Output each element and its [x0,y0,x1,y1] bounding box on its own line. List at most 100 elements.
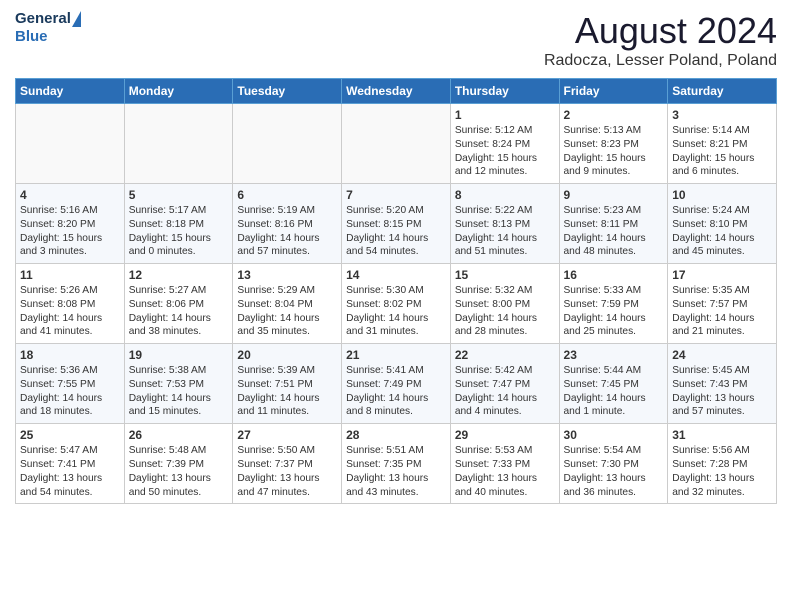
day-info-line: and 47 minutes. [237,486,337,500]
day-info-line: Sunrise: 5:42 AM [455,364,555,378]
day-info-line: Sunset: 7:41 PM [20,458,120,472]
day-info-line: Daylight: 14 hours [346,392,446,406]
day-header: Sunday [16,79,125,104]
day-info-line: Sunset: 7:43 PM [672,378,772,392]
day-info-line: Daylight: 15 hours [672,152,772,166]
day-info-line: Sunrise: 5:33 AM [564,284,664,298]
day-number: 9 [564,188,664,202]
day-number: 24 [672,348,772,362]
day-number: 31 [672,428,772,442]
day-info-line: Sunset: 7:33 PM [455,458,555,472]
calendar-subtitle: Radocza, Lesser Poland, Poland [544,52,777,70]
calendar-cell: 4Sunrise: 5:16 AMSunset: 8:20 PMDaylight… [16,184,125,264]
calendar-week-row: 4Sunrise: 5:16 AMSunset: 8:20 PMDaylight… [16,184,777,264]
calendar-cell [233,104,342,184]
day-info-line: Sunset: 8:04 PM [237,298,337,312]
day-info-line: Daylight: 13 hours [672,392,772,406]
day-info-line: Daylight: 13 hours [564,472,664,486]
day-info-line: Sunset: 7:37 PM [237,458,337,472]
day-number: 12 [129,268,229,282]
day-number: 20 [237,348,337,362]
day-info-line: Sunset: 7:30 PM [564,458,664,472]
calendar-cell: 18Sunrise: 5:36 AMSunset: 7:55 PMDayligh… [16,344,125,424]
day-number: 11 [20,268,120,282]
day-info-line: Sunset: 7:28 PM [672,458,772,472]
calendar-cell: 21Sunrise: 5:41 AMSunset: 7:49 PMDayligh… [342,344,451,424]
day-info-line: Sunrise: 5:17 AM [129,204,229,218]
day-info-line: Daylight: 14 hours [20,392,120,406]
day-info-line: Daylight: 14 hours [346,232,446,246]
day-info-line: Sunset: 8:13 PM [455,218,555,232]
day-header: Thursday [450,79,559,104]
day-info-line: Daylight: 14 hours [237,312,337,326]
day-header: Monday [124,79,233,104]
calendar-cell: 7Sunrise: 5:20 AMSunset: 8:15 PMDaylight… [342,184,451,264]
calendar-week-row: 1Sunrise: 5:12 AMSunset: 8:24 PMDaylight… [16,104,777,184]
calendar-cell: 9Sunrise: 5:23 AMSunset: 8:11 PMDaylight… [559,184,668,264]
day-info-line: Sunrise: 5:45 AM [672,364,772,378]
day-number: 5 [129,188,229,202]
day-info-line: Sunset: 8:10 PM [672,218,772,232]
day-info-line: Daylight: 13 hours [672,472,772,486]
day-info-line: and 6 minutes. [672,165,772,179]
calendar-cell: 24 Sunrise: 5:45 AMSunset: 7:43 PMDayligh… [668,344,777,424]
day-info-line: Sunset: 8:02 PM [346,298,446,312]
day-info-line: Daylight: 14 hours [455,392,555,406]
calendar-title: August 2024 [544,10,777,52]
day-number: 22 [455,348,555,362]
day-info-line: Sunset: 7:35 PM [346,458,446,472]
day-info-line: Sunset: 7:53 PM [129,378,229,392]
logo: General Blue [15,10,81,46]
day-info-line: Daylight: 13 hours [129,472,229,486]
day-info-line: Sunset: 7:55 PM [20,378,120,392]
day-number: 8 [455,188,555,202]
day-info-line: Daylight: 13 hours [346,472,446,486]
calendar-cell: 29Sunrise: 5:53 AMSunset: 7:33 PMDayligh… [450,424,559,504]
day-header: Wednesday [342,79,451,104]
day-number: 15 [455,268,555,282]
calendar-cell: 19Sunrise: 5:38 AMSunset: 7:53 PMDayligh… [124,344,233,424]
day-number: 28 [346,428,446,442]
calendar-cell: 16Sunrise: 5:33 AMSunset: 7:59 PMDayligh… [559,264,668,344]
day-info-line: Sunrise: 5:41 AM [346,364,446,378]
day-info-line: Daylight: 13 hours [20,472,120,486]
day-header: Friday [559,79,668,104]
calendar-cell: 5Sunrise: 5:17 AMSunset: 8:18 PMDaylight… [124,184,233,264]
day-number: 29 [455,428,555,442]
calendar-header: SundayMondayTuesdayWednesdayThursdayFrid… [16,79,777,104]
day-info-line: Sunset: 8:23 PM [564,138,664,152]
calendar-week-row: 18Sunrise: 5:36 AMSunset: 7:55 PMDayligh… [16,344,777,424]
calendar-cell: 25Sunrise: 5:47 AMSunset: 7:41 PMDayligh… [16,424,125,504]
day-header: Tuesday [233,79,342,104]
calendar-body: 1Sunrise: 5:12 AMSunset: 8:24 PMDaylight… [16,104,777,504]
calendar-cell: 1Sunrise: 5:12 AMSunset: 8:24 PMDaylight… [450,104,559,184]
day-info-line: and 32 minutes. [672,486,772,500]
calendar-week-row: 25Sunrise: 5:47 AMSunset: 7:41 PMDayligh… [16,424,777,504]
day-info-line: and 57 minutes. [672,405,772,419]
day-info-line: Sunrise: 5:16 AM [20,204,120,218]
day-info-line: Sunset: 7:45 PM [564,378,664,392]
day-info-line: and 15 minutes. [129,405,229,419]
day-info-line: Daylight: 15 hours [564,152,664,166]
calendar-cell: 8Sunrise: 5:22 AMSunset: 8:13 PMDaylight… [450,184,559,264]
day-info-line: Daylight: 14 hours [237,232,337,246]
day-info-line: Sunrise: 5:56 AM [672,444,772,458]
day-info-line: Daylight: 14 hours [672,232,772,246]
day-info-line: Sunrise: 5:24 AM [672,204,772,218]
day-number: 30 [564,428,664,442]
day-info-line: Sunrise: 5:39 AM [237,364,337,378]
day-info-line: Sunrise: 5:38 AM [129,364,229,378]
calendar-cell: 27Sunrise: 5:50 AMSunset: 7:37 PMDayligh… [233,424,342,504]
day-info-line: Sunset: 7:59 PM [564,298,664,312]
day-number: 7 [346,188,446,202]
calendar-cell: 17Sunrise: 5:35 AMSunset: 7:57 PMDayligh… [668,264,777,344]
day-info-line: Daylight: 14 hours [455,312,555,326]
day-info-line: Sunset: 8:11 PM [564,218,664,232]
day-number: 1 [455,108,555,122]
day-info-line: Sunset: 7:51 PM [237,378,337,392]
day-info-line: Daylight: 14 hours [455,232,555,246]
day-info-line: and 54 minutes. [20,486,120,500]
day-info-line: Sunrise: 5:50 AM [237,444,337,458]
day-number: 25 [20,428,120,442]
day-info-line: Daylight: 14 hours [564,392,664,406]
